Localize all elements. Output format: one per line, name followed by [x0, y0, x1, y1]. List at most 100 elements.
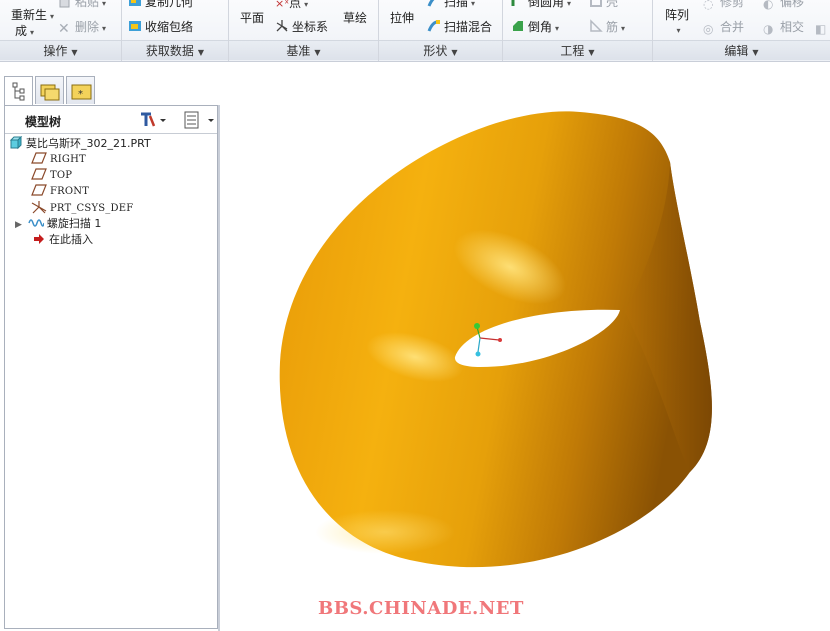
show-list-icon [184, 111, 214, 129]
datum-plane-icon [31, 168, 47, 180]
round-button[interactable]: 倒圆角 ▾ [511, 0, 571, 10]
paste-icon [59, 0, 70, 8]
chevron-down-icon: ▾ [102, 24, 107, 33]
creo-window: 重新生 ▾ 成 ▾ 粘贴 ▾ ✕ 删除 ▾ 操作 ▼ 复制几何 收缩包络 获取数据 ▼ 平面 [0, 0, 830, 631]
group-label-text: 工程 [560, 44, 585, 58]
rib-button[interactable]: 筋 ▾ [589, 18, 625, 35]
tree-item-top[interactable]: TOP [31, 168, 72, 184]
sketch-button[interactable]: 草绘 [343, 9, 367, 26]
group-engineering: 倒圆角 ▾ 倒角 ▾ 壳 筋 ▾ 工程 ▼ [503, 0, 653, 61]
shrinkwrap-icon [129, 21, 141, 31]
tree-item-right[interactable]: RIGHT [31, 152, 86, 168]
chamfer-label: 倒角 [528, 20, 553, 34]
offset-icon: ◐ [763, 0, 774, 11]
group-get-data: 复制几何 收缩包络 获取数据 ▼ [122, 0, 229, 61]
ribbon: 重新生 ▾ 成 ▾ 粘贴 ▾ ✕ 删除 ▾ 操作 ▼ 复制几何 收缩包络 获取数据 ▼ 平面 [0, 0, 830, 62]
group-label-edit[interactable]: 编辑 ▼ [653, 40, 830, 60]
shell-button[interactable]: 壳 [589, 0, 618, 10]
paste-button[interactable]: 粘贴 ▾ [58, 0, 106, 10]
chamfer-button[interactable]: 倒角 ▾ [511, 18, 559, 35]
tree-item-label: 螺旋扫描 1 [46, 217, 102, 230]
surface-highlight [315, 510, 455, 554]
group-datum: 平面 ×ˣ点 ▾ 坐标系 草绘 基准 ▼ [229, 0, 379, 61]
copy-geometry-button[interactable]: 复制几何 [128, 0, 193, 10]
tab-folder-browser[interactable] [35, 76, 64, 104]
paste-label: 粘贴 [75, 0, 100, 9]
group-label-operations[interactable]: 操作 ▼ [0, 40, 121, 60]
merge-button[interactable]: ◎ 合并 [703, 18, 744, 36]
group-label-engineering[interactable]: 工程 ▼ [503, 40, 652, 60]
group-label-text: 操作 [43, 44, 68, 58]
offset-button[interactable]: ◐ 偏移 [763, 0, 804, 11]
chevron-down-icon: ▾ [30, 28, 35, 37]
watermark-text: BBS.CHINADE.NET [318, 598, 524, 619]
group-shapes: 拉伸 扫描 ▾ 扫描混合 形状 ▼ [379, 0, 503, 61]
intersect-icon: ◑ [763, 22, 774, 36]
group-operations: 重新生 ▾ 成 ▾ 粘贴 ▾ ✕ 删除 ▾ 操作 ▼ [0, 0, 122, 61]
extrude-label: 拉伸 [390, 11, 415, 25]
group-label-text: 编辑 [724, 44, 749, 58]
regenerate-label-line1: 重新生 [11, 8, 48, 22]
chevron-down-icon: ▾ [304, 0, 309, 9]
tree-item-label: PRT_CSYS_DEF [50, 203, 134, 214]
chevron-down-icon: ▾ [102, 0, 107, 8]
chevron-down-icon: ▾ [676, 26, 681, 35]
round-icon [511, 0, 515, 6]
csys-button[interactable]: 坐标系 [275, 18, 328, 35]
regenerate-button[interactable]: 重新生 ▾ 成 ▾ [11, 8, 54, 40]
sweep-button[interactable]: 扫描 ▾ [427, 0, 475, 10]
csys-icon [31, 201, 47, 214]
datum-plane-icon [31, 184, 47, 196]
tree-item-csys[interactable]: PRT_CSYS_DEF [31, 200, 133, 216]
datum-plane-icon [31, 152, 47, 164]
tree-item-label: TOP [50, 170, 73, 181]
group-label-datum[interactable]: 基准 ▼ [229, 40, 378, 60]
merge-icon: ◎ [703, 22, 714, 36]
model-tree-icon [12, 82, 25, 101]
chevron-down-icon: ▾ [471, 0, 476, 8]
swept-blend-button[interactable]: 扫描混合 [427, 18, 492, 35]
part-icon [9, 135, 23, 150]
copy-geometry-label: 复制几何 [145, 0, 194, 9]
tree-filters-button[interactable] [183, 111, 215, 132]
tree-item-helical-sweep[interactable]: ▶ 螺旋扫描 1 [15, 216, 101, 232]
shrinkwrap-button[interactable]: 收缩包络 [128, 18, 193, 35]
graphics-viewport[interactable] [220, 62, 830, 631]
intersect-button[interactable]: ◑ 相交 [763, 18, 804, 36]
tab-model-tree[interactable] [4, 76, 33, 106]
insert-here-arrow-icon [34, 234, 44, 244]
chevron-down-icon: ▾ [50, 12, 55, 21]
chevron-down-icon: ▾ [621, 24, 626, 33]
pattern-label: 阵列 [665, 8, 690, 22]
mobius-strip-model[interactable] [220, 62, 830, 631]
intersect-label: 相交 [780, 20, 805, 34]
group-label-text: 基准 [286, 44, 311, 58]
tab-favorites[interactable]: * [66, 76, 95, 104]
model-tree-title: 模型树 [25, 115, 62, 129]
trim-icon: ◌ [703, 0, 714, 11]
expand-arrow-icon[interactable]: ▶ [15, 220, 22, 230]
tree-item-insert-here[interactable]: 在此插入 [33, 232, 93, 248]
shell-label: 壳 [606, 0, 619, 9]
sketch-label: 草绘 [343, 11, 368, 25]
settings-tools-icon [141, 112, 166, 127]
trim-button[interactable]: ◌ 修剪 [703, 0, 744, 11]
chevron-down-icon: ▼ [314, 48, 321, 57]
tree-settings-button[interactable] [138, 111, 168, 132]
shell-icon [590, 0, 602, 7]
point-button[interactable]: ×ˣ点 ▾ [275, 0, 308, 11]
pattern-button[interactable]: 阵列 ▾ [665, 8, 689, 38]
model-tree-header: 模型树 [5, 106, 217, 134]
tree-item-front[interactable]: FRONT [31, 184, 89, 200]
group-label-shapes[interactable]: 形状 ▼ [379, 40, 502, 60]
chevron-down-icon: ▾ [567, 0, 572, 8]
chamfer-icon [513, 21, 523, 31]
extrude-button[interactable]: 拉伸 [390, 9, 414, 26]
group-label-get-data[interactable]: 获取数据 ▼ [122, 40, 228, 60]
group-edit: 阵列 ▾ ◌ 修剪 ◎ 合并 ◐ 偏移 ◑ 相交 ◧实 编辑▼ [653, 0, 830, 61]
plane-button[interactable]: 平面 [240, 9, 264, 26]
extra-edit-button[interactable]: ◧实 [815, 18, 830, 36]
delete-button[interactable]: ✕ 删除 ▾ [58, 18, 106, 36]
tree-item-part[interactable]: 莫比乌斯环_302_21.PRT [9, 135, 151, 152]
tree-item-label: 在此插入 [49, 233, 93, 246]
